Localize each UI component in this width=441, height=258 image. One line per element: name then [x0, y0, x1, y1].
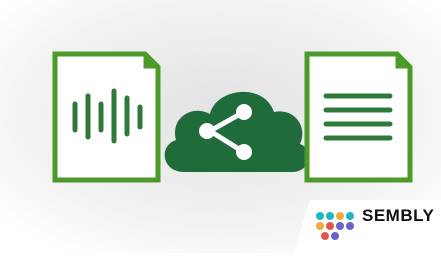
audio-file-icon — [52, 51, 161, 183]
banner: SEMBLY — [0, 0, 441, 253]
brand-name: SEMBLY — [362, 206, 435, 225]
text-document-icon — [304, 51, 413, 183]
